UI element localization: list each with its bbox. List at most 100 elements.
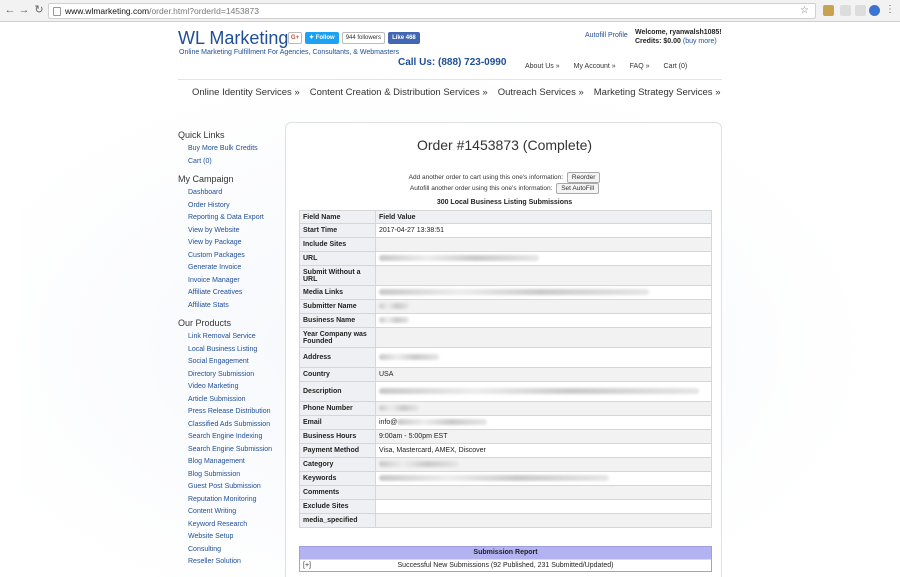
field-value-phone-number [375,401,712,416]
nav-outreach[interactable]: Outreach Services » [498,87,584,98]
back-arrow-icon[interactable]: ← [4,4,16,16]
menu-icon[interactable]: ⋮ [884,4,896,16]
field-name-start-time: Start Time [299,223,376,238]
faq-link[interactable]: FAQ » [630,63,650,70]
redacted-value [379,354,439,361]
account-welcome: Welcome, ryanwalsh1085! Credits: $0.00 (… [635,28,722,46]
sidebar-item-reseller-solution[interactable]: Reseller Solution [178,556,284,569]
sidebar-item-buy-more-bulk-credits[interactable]: Buy More Bulk Credits [178,143,284,156]
autofill-profile-link[interactable]: Autofill Profile [585,32,628,39]
report-title: Submission Report [300,547,711,559]
sidebar-item-view-by-package[interactable]: View by Package [178,237,284,250]
sidebar-item-order-history[interactable]: Order History [178,200,284,213]
sidebar-item-video-marketing[interactable]: Video Marketing [178,381,284,394]
sidebar-item-press-release-distribution[interactable]: Press Release Distribution [178,406,284,419]
about-us-link[interactable]: About Us » [525,63,560,70]
field-name-country: Country [299,367,376,382]
field-name-category: Category [299,457,376,472]
google-plus-button[interactable]: G+ [288,32,302,44]
sidebar-item-link-removal-service[interactable]: Link Removal Service [178,331,284,344]
my-account-link[interactable]: My Account » [574,63,616,70]
sidebar-item-social-engagement[interactable]: Social Engagement [178,356,284,369]
field-value-submitter-name [375,299,712,314]
sidebar-item-guest-post-submission[interactable]: Guest Post Submission [178,481,284,494]
field-value-category [375,457,712,472]
quick-links-group: Quick Links Buy More Bulk Credits Cart (0… [178,130,284,168]
sidebar-item-content-writing[interactable]: Content Writing [178,506,284,519]
nav-marketing-strategy[interactable]: Marketing Strategy Services » [594,87,721,98]
table-row: Description [299,381,712,402]
buy-more-link[interactable]: (buy more) [683,38,717,45]
bookmark-star-icon[interactable]: ☆ [800,4,809,18]
sidebar-item-cart-0[interactable]: Cart (0) [178,156,284,169]
facebook-like-button[interactable]: Like 468 [388,32,420,44]
nav-online-identity[interactable]: Online Identity Services » [192,87,300,98]
sidebar-item-dashboard[interactable]: Dashboard [178,187,284,200]
url-path: /order.html?orderId=1453873 [149,6,259,16]
extension-icon[interactable] [823,5,834,16]
sidebar-item-keyword-research[interactable]: Keyword Research [178,519,284,532]
address-bar[interactable]: www.wlmarketing.com/order.html?orderId=1… [48,3,816,19]
field-value-text: USA [379,371,394,378]
order-panel: Order #1453873 (Complete) Add another or… [285,122,722,577]
cart-link[interactable]: Cart (0) [664,63,688,70]
table-row: Start Time 2017-04-27 13:38:51 [299,223,712,238]
field-name-exclude-sites: Exclude Sites [299,499,376,514]
nav-content-creation[interactable]: Content Creation & Distribution Services… [310,87,488,98]
field-name-description: Description [299,381,376,402]
field-name-year-company-was-founded: Year Company was Founded [299,327,376,348]
sidebar-item-local-business-listing[interactable]: Local Business Listing [178,344,284,357]
products-title: Our Products [178,318,232,328]
set-autofill-button[interactable]: Set AutoFill [556,183,600,194]
reorder-row: Add another order to cart using this one… [286,172,723,183]
report-summary: Successful New Submissions (92 Published… [397,562,614,569]
report-summary-row[interactable]: [+] Successful New Submissions (92 Publi… [300,559,711,571]
site-logo[interactable]: WL Marketing [178,28,288,49]
sidebar-item-affiliate-creatives[interactable]: Affiliate Creatives [178,287,284,300]
table-row: Business Hours 9:00am - 5:00pm EST [299,429,712,444]
sidebar-item-search-engine-submission[interactable]: Search Engine Submission [178,444,284,457]
reload-icon[interactable]: ↻ [33,4,45,16]
sidebar-item-affiliate-stats[interactable]: Affiliate Stats [178,300,284,313]
extension-icon[interactable] [855,5,866,16]
campaign-title: My Campaign [178,174,234,184]
extension-icon[interactable] [840,5,851,16]
sidebar-item-reputation-monitoring[interactable]: Reputation Monitoring [178,494,284,507]
sidebar-item-invoice-manager[interactable]: Invoice Manager [178,275,284,288]
field-value-comments [375,485,712,500]
sidebar-item-blog-management[interactable]: Blog Management [178,456,284,469]
sidebar-item-reporting-data-export[interactable]: Reporting & Data Export [178,212,284,225]
welcome-text: Welcome, ryanwalsh1085! [635,29,722,36]
top-links: About Us » My Account » FAQ » Cart (0) [525,63,687,70]
field-value-media-specified [375,513,712,528]
table-row: media_specified [299,513,712,528]
phone-number: Call Us: (888) 723-0990 [398,57,507,68]
sidebar-item-custom-packages[interactable]: Custom Packages [178,250,284,263]
sidebar-item-classified-ads-submission[interactable]: Classified Ads Submission [178,419,284,432]
sidebar-item-directory-submission[interactable]: Directory Submission [178,369,284,382]
table-row: Country USA [299,367,712,382]
field-value-business-name [375,313,712,328]
extension-icon[interactable] [869,5,880,16]
forward-arrow-icon[interactable]: → [18,4,30,16]
header-field-value: Field Value [375,210,712,224]
sidebar-item-website-setup[interactable]: Website Setup [178,531,284,544]
sidebar-item-view-by-website[interactable]: View by Website [178,225,284,238]
field-name-include-sites: Include Sites [299,237,376,252]
main-navigation: Online Identity Services » Content Creat… [178,79,722,105]
redacted-value [379,461,459,468]
sidebar-item-search-engine-indexing[interactable]: Search Engine Indexing [178,431,284,444]
twitter-follow-button[interactable]: ✦ Follow [305,32,339,44]
site-tagline: Online Marketing Fulfillment For Agencie… [179,49,400,56]
sidebar-item-blog-submission[interactable]: Blog Submission [178,469,284,482]
field-name-comments: Comments [299,485,376,500]
sidebar-item-generate-invoice[interactable]: Generate Invoice [178,262,284,275]
reorder-button[interactable]: Reorder [566,172,601,183]
field-value-media-links [375,285,712,300]
redacted-value [379,317,409,324]
sidebar-item-article-submission[interactable]: Article Submission [178,394,284,407]
sidebar-item-consulting[interactable]: Consulting [178,544,284,557]
field-value-text: info@ [379,419,398,426]
expand-toggle[interactable]: [+] [303,560,311,572]
table-row: Keywords [299,471,712,486]
